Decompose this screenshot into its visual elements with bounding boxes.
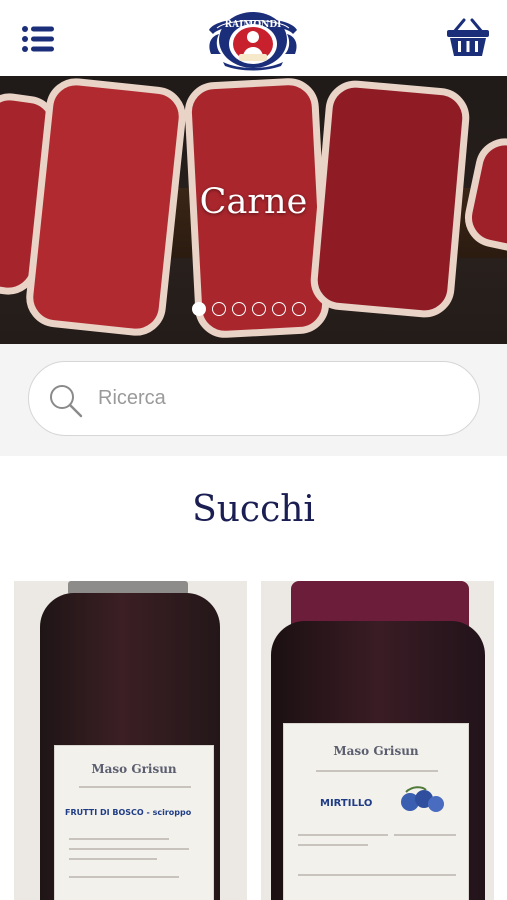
carousel-dot[interactable] (272, 302, 286, 316)
hero-carousel[interactable]: Carne (0, 76, 507, 344)
basket-icon[interactable] (446, 18, 490, 58)
search-section: Ricerca (0, 344, 507, 456)
label-divider (79, 786, 191, 788)
search-icon (50, 385, 83, 418)
carousel-dot[interactable] (212, 302, 226, 316)
carousel-dot[interactable] (232, 302, 246, 316)
label-divider (69, 858, 157, 860)
product-brand: Maso Grisun (91, 762, 177, 776)
label-divider (69, 876, 179, 878)
label-divider (298, 874, 456, 876)
carousel-indicators (192, 302, 306, 316)
carousel-dot[interactable] (252, 302, 266, 316)
product-name: FRUTTI DI BOSCO - sciroppo (65, 808, 192, 817)
carousel-dot[interactable] (292, 302, 306, 316)
menu-icon[interactable] (22, 26, 54, 52)
carousel-dot[interactable] (192, 302, 206, 316)
search-input[interactable]: Ricerca (28, 361, 480, 436)
blueberry-icon (401, 786, 444, 812)
product-card[interactable]: Maso Grisun MIRTILLO (261, 581, 494, 900)
hero-title: Carne (199, 182, 308, 222)
label-divider (298, 834, 388, 836)
product-label: Maso Grisun MIRTILLO (283, 723, 469, 900)
raimondi-logo[interactable]: RAIMONDI (203, 4, 303, 72)
label-divider (316, 770, 438, 772)
label-divider (394, 834, 456, 836)
product-label: Maso Grisun FRUTTI DI BOSCO - sciroppo (54, 745, 214, 900)
label-divider (69, 838, 169, 840)
product-name: MIRTILLO (320, 798, 373, 809)
product-card[interactable]: Maso Grisun FRUTTI DI BOSCO - sciroppo (14, 581, 247, 900)
search-placeholder: Ricerca (98, 387, 166, 409)
label-divider (298, 844, 368, 846)
product-brand: Maso Grisun (333, 744, 419, 758)
label-divider (69, 848, 189, 850)
app-header: RAIMONDI (0, 0, 507, 76)
section-title: Succhi (192, 489, 315, 530)
